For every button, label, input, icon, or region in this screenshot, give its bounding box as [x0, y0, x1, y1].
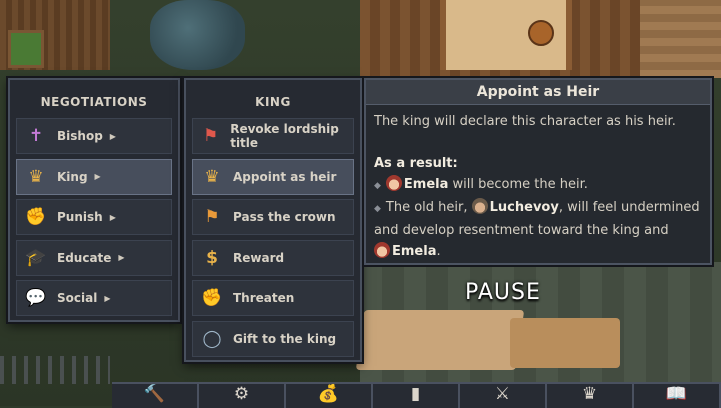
king-item-pass-the-crown[interactable]: ⚑ Pass the crown — [192, 199, 354, 235]
crossed-swords-button[interactable]: ⚔ — [460, 384, 547, 408]
lute-decoration — [528, 20, 554, 46]
submenu-arrow-icon: ▶ — [118, 253, 125, 262]
king-item-threaten[interactable]: ✊ Threaten — [192, 280, 354, 316]
menu-item-label: Reward — [233, 250, 285, 265]
emela-name: Emela — [392, 244, 437, 259]
result-text: The old heir, — [385, 200, 472, 215]
bar-chart-icon: ▮ — [410, 384, 421, 404]
submenu-arrow-icon: ▶ — [94, 172, 101, 181]
crown-icon: ♛ — [204, 166, 220, 187]
menu-item-label: Bishop — [57, 129, 103, 143]
graduation-cap-icon: 🎓 — [25, 247, 47, 268]
crown-icon: ♛ — [581, 384, 598, 404]
negotiations-item-bishop[interactable]: ✝ Bishop ▶ — [16, 118, 172, 154]
result-text: , will feel undermined — [558, 200, 700, 215]
menu-item-label: Gift to the king — [233, 331, 337, 346]
negotiations-item-punish[interactable]: ✊ Punish ▶ — [16, 199, 172, 235]
emela-portrait-icon — [374, 242, 390, 258]
pause-indicator: PAUSE — [465, 280, 541, 305]
tree — [150, 0, 245, 70]
gear-button[interactable]: ⚙ — [199, 384, 286, 408]
money-bag-icon: $ — [206, 247, 218, 268]
ring-icon: ◯ — [202, 328, 222, 349]
menu-item-label: Threaten — [233, 291, 295, 305]
crossed-swords-icon: ⚔ — [494, 384, 511, 404]
tooltip-result-line-2: ◆ The old heir, Luchevoy, will feel under… — [374, 197, 702, 220]
punch-icon: ✊ — [25, 207, 47, 227]
tooltip-description: The king will declare this character as … — [374, 114, 676, 129]
king-item-gift-to-the-king[interactable]: ◯ Gift to the king — [192, 320, 354, 357]
crown-banner-icon: ⚑ — [204, 207, 220, 227]
gear-icon: ⚙ — [233, 384, 250, 404]
menu-item-label: Pass the crown — [233, 210, 336, 224]
result-text: . — [436, 244, 441, 259]
menu-item-label: Revoke lordship title — [230, 122, 339, 150]
king-item-revoke-lordship-title[interactable]: ⚑ Revoke lordship title — [192, 118, 354, 154]
bar-chart-button[interactable]: ▮ — [373, 384, 460, 408]
fence — [0, 356, 110, 384]
hammer-icon: 🔨 — [143, 384, 166, 404]
bullet-icon: ◆ — [374, 181, 381, 191]
negotiations-panel: NEGOTIATIONS ✝ Bishop ▶ ♛ King ▶ ✊ Punish ▶ 🎓 Educ… — [8, 78, 180, 322]
money-bag-icon: 💰 — [317, 384, 340, 404]
negotiations-item-king[interactable]: ♛ King ▶ — [16, 158, 172, 195]
revoke-banner-icon: ⚑ — [202, 126, 219, 146]
king-panel: KING ⚑ Revoke lordship title ♛ Appoint as h… — [184, 78, 362, 362]
negotiations-item-educate[interactable]: 🎓 Educate ▶ — [16, 239, 172, 276]
speech-bubble-icon: 💬 — [25, 288, 47, 308]
luchevoy-name: Luchevoy — [489, 200, 559, 215]
menu-item-label: Appoint as heir — [233, 169, 337, 184]
emela-portrait-icon — [385, 175, 402, 191]
tooltip-result-line-3: and develop resentment toward the king a… — [374, 223, 669, 238]
king-item-appoint-as-heir[interactable]: ♛ Appoint as heir — [192, 158, 354, 195]
submenu-arrow-icon: ▶ — [104, 293, 111, 303]
bed — [8, 30, 44, 68]
bullet-icon: ◆ — [374, 204, 381, 214]
king-title: KING — [255, 95, 291, 109]
crown-button[interactable]: ♛ — [547, 384, 634, 408]
action-tooltip: Appoint as Heir The king will declare th… — [364, 78, 712, 265]
menu-item-label: Social — [57, 291, 98, 305]
tooltip-title: Appoint as Heir — [366, 80, 710, 105]
crown-icon: ♛ — [28, 166, 44, 187]
cross-icon: ✝ — [28, 126, 44, 146]
market-table — [510, 318, 620, 368]
bottom-toolbar: 🔨 ⚙ 💰 ▮ ⚔ ♛ 📖 — [112, 382, 721, 408]
submenu-arrow-icon: ▶ — [109, 212, 116, 222]
tavern-wall — [640, 0, 721, 78]
money-bag-button[interactable]: 💰 — [286, 384, 373, 408]
submenu-arrow-icon: ▶ — [109, 131, 116, 141]
tooltip-body: The king will declare this character as … — [366, 105, 710, 268]
fist-icon: ✊ — [201, 288, 223, 308]
hammer-button[interactable]: 🔨 — [112, 384, 199, 408]
negotiations-title: NEGOTIATIONS — [40, 95, 148, 109]
menu-item-label: King — [57, 169, 88, 184]
menu-item-label: Educate — [57, 250, 112, 265]
tooltip-result-line-4: Emela. — [374, 241, 702, 262]
emela-name: Emela — [403, 177, 449, 192]
negotiations-item-social[interactable]: 💬 Social ▶ — [16, 280, 172, 316]
menu-item-label: Punish — [57, 210, 103, 224]
king-item-reward[interactable]: $ Reward — [192, 239, 354, 276]
luchevoy-portrait-icon — [471, 198, 488, 214]
tooltip-result-heading: As a result: — [374, 156, 458, 171]
tooltip-result-line-1: ◆ Emela will become the heir. — [374, 174, 702, 197]
result-text: will become the heir. — [448, 177, 588, 192]
book-icon: 📖 — [665, 384, 688, 404]
market-stall — [355, 310, 525, 370]
book-button[interactable]: 📖 — [634, 384, 721, 408]
